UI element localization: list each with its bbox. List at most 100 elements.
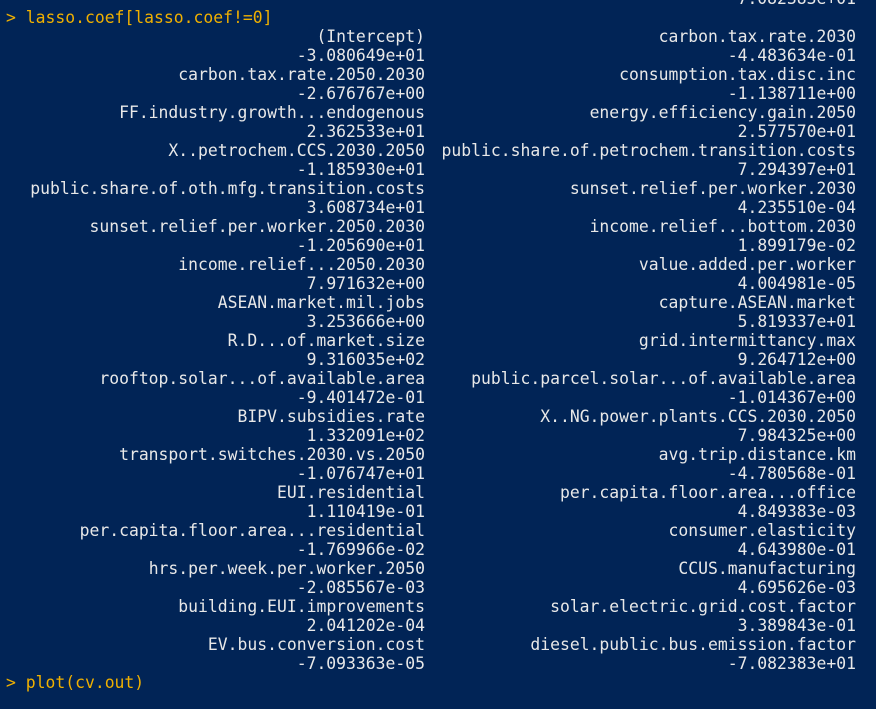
coef-value: 4.235510e-04: [737, 198, 856, 217]
coef-name: income.relief...bottom.2030: [589, 217, 856, 236]
coef-names-row: per.capita.floor.area...residential consu…: [0, 521, 876, 540]
coef-name: consumer.elasticity: [668, 521, 857, 540]
coef-names-row: public.share.of.oth.mfg.transition.costs…: [0, 179, 876, 198]
coef-value: 7.971632e+00: [306, 274, 425, 293]
command-text: lasso.coef[lasso.coef!=0]: [25, 8, 273, 27]
coef-values-row: -3.080649e+01 -4.483634e-01: [0, 46, 876, 65]
coef-value: -4.483634e-01: [727, 46, 856, 65]
coef-name: grid.intermittancy.max: [638, 331, 856, 350]
coef-name: carbon.tax.rate.2030: [658, 27, 856, 46]
coef-values-row: 7.971632e+00 4.004981e-05: [0, 274, 876, 293]
coef-value: 5.819337e+01: [737, 312, 856, 331]
coef-name: hrs.per.week.per.worker.2050: [148, 559, 425, 578]
coef-value: -7.093363e-05: [296, 654, 425, 673]
coef-values-row: -2.676767e+00 -1.138711e+00: [0, 84, 876, 103]
coef-name: public.share.of.petrochem.transition.cos…: [441, 141, 856, 160]
previous-output-value: -7.082383e+01: [728, 0, 856, 8]
coef-values-row: 2.041202e-04 3.389843e-01: [0, 616, 876, 635]
coef-name: per.capita.floor.area...office: [559, 483, 856, 502]
coef-names-row: income.relief...2050.2030 value.added.per…: [0, 255, 876, 274]
prompt-symbol: >: [6, 8, 16, 27]
coef-values-row: -1.769966e-02 4.643980e-01: [0, 540, 876, 559]
coef-value: 7.984325e+00: [737, 426, 856, 445]
coef-values-row: 2.362533e+01 2.577570e+01: [0, 122, 876, 141]
coef-value: -1.138711e+00: [727, 84, 856, 103]
coef-values-row: 3.608734e+01 4.235510e-04: [0, 198, 876, 217]
coef-name: X..NG.power.plants.CCS.2030.2050: [540, 407, 856, 426]
coef-values-row: -9.401472e-01 -1.014367e+00: [0, 388, 876, 407]
coef-value: -1.076747e+01: [296, 464, 425, 483]
coef-value: 2.577570e+01: [737, 122, 856, 141]
coef-values-row: -7.093363e-05 -7.082383e+01: [0, 654, 876, 673]
coef-value: 2.362533e+01: [306, 122, 425, 141]
coef-names-row: (Intercept) carbon.tax.rate.2030: [0, 27, 876, 46]
coef-name: income.relief...2050.2030: [178, 255, 425, 274]
coef-value: -1.014367e+00: [727, 388, 856, 407]
command-line: > lasso.coef[lasso.coef!=0]: [0, 8, 876, 27]
coef-name: solar.electric.grid.cost.factor: [550, 597, 856, 616]
coef-name: rooftop.solar...of.available.area: [99, 369, 425, 388]
coef-name: X..petrochem.CCS.2030.2050: [168, 141, 425, 160]
coef-value: -4.780568e-01: [727, 464, 856, 483]
coef-name: R.D...of.market.size: [227, 331, 425, 350]
coef-values-row: 9.316035e+02 9.264712e+00: [0, 350, 876, 369]
coef-name: sunset.relief.per.worker.2050.2030: [89, 217, 425, 236]
coef-value: -1.205690e+01: [296, 236, 425, 255]
coef-values-row: -1.185930e+01 7.294397e+01: [0, 160, 876, 179]
coef-value: -3.080649e+01: [296, 46, 425, 65]
coef-value: -2.676767e+00: [296, 84, 425, 103]
coef-name: value.added.per.worker: [638, 255, 856, 274]
coef-value: -9.401472e-01: [296, 388, 425, 407]
coef-value: 4.004981e-05: [737, 274, 856, 293]
coef-name: public.share.of.oth.mfg.transition.costs: [30, 179, 425, 198]
coef-names-row: building.EUI.improvements solar.electric.…: [0, 597, 876, 616]
coef-value: -2.085567e-03: [296, 578, 425, 597]
coef-values-row: -2.085567e-03 4.695626e-03: [0, 578, 876, 597]
coef-value: 3.389843e-01: [737, 616, 856, 635]
coef-value: 2.041202e-04: [306, 616, 425, 635]
coef-name: capture.ASEAN.market: [658, 293, 856, 312]
coef-name: diesel.public.bus.emission.factor: [530, 635, 856, 654]
coef-name: EV.bus.conversion.cost: [207, 635, 425, 654]
coef-value: 1.332091e+02: [306, 426, 425, 445]
coef-names-row: FF.industry.growth...endogenous energy.ef…: [0, 103, 876, 122]
coef-value: 9.316035e+02: [306, 350, 425, 369]
coef-values-row: -1.076747e+01 -4.780568e-01: [0, 464, 876, 483]
coef-name: sunset.relief.per.worker.2030: [569, 179, 856, 198]
next-command-line[interactable]: > plot(cv.out): [0, 673, 876, 692]
coef-value: 4.643980e-01: [737, 540, 856, 559]
coef-values-row: 3.253666e+00 5.819337e+01: [0, 312, 876, 331]
coef-name: (Intercept): [316, 27, 425, 46]
coef-value: 3.608734e+01: [306, 198, 425, 217]
coef-name: carbon.tax.rate.2050.2030: [178, 65, 425, 84]
coef-value: 1.110419e-01: [306, 502, 425, 521]
coef-names-row: sunset.relief.per.worker.2050.2030 income…: [0, 217, 876, 236]
coef-names-row: X..petrochem.CCS.2030.2050 public.share.o…: [0, 141, 876, 160]
coef-name: CCUS.manufacturing: [678, 559, 856, 578]
coef-value: 3.253666e+00: [306, 312, 425, 331]
coef-value: 7.294397e+01: [737, 160, 856, 179]
coef-value: 1.899179e-02: [737, 236, 856, 255]
coef-name: public.parcel.solar...of.available.area: [471, 369, 856, 388]
next-command-text: plot(cv.out): [25, 673, 145, 692]
r-console[interactable]: -7.082383e+01 > lasso.coef[lasso.coef!=0…: [0, 0, 876, 709]
coef-names-row: EUI.residential per.capita.floor.area...o…: [0, 483, 876, 502]
coef-name: building.EUI.improvements: [178, 597, 425, 616]
coef-values-row: 1.332091e+02 7.984325e+00: [0, 426, 876, 445]
coef-names-row: hrs.per.week.per.worker.2050 CCUS.manufac…: [0, 559, 876, 578]
coefficient-output: (Intercept) carbon.tax.rate.2030 -3.080649…: [0, 27, 876, 673]
coef-values-row: -1.205690e+01 1.899179e-02: [0, 236, 876, 255]
coef-value: -1.185930e+01: [296, 160, 425, 179]
coef-names-row: ASEAN.market.mil.jobs capture.ASEAN.marke…: [0, 293, 876, 312]
coef-value: 4.695626e-03: [737, 578, 856, 597]
coef-names-row: carbon.tax.rate.2050.2030 consumption.tax…: [0, 65, 876, 84]
coef-value: 4.849383e-03: [737, 502, 856, 521]
coef-name: energy.efficiency.gain.2050: [589, 103, 856, 122]
coef-name: EUI.residential: [276, 483, 425, 502]
coef-names-row: rooftop.solar...of.available.area public.…: [0, 369, 876, 388]
coef-name: transport.switches.2030.vs.2050: [119, 445, 425, 464]
prompt-symbol: >: [6, 673, 16, 692]
coef-name: consumption.tax.disc.inc: [619, 65, 856, 84]
coef-names-row: EV.bus.conversion.cost diesel.public.bus.…: [0, 635, 876, 654]
coef-name: per.capita.floor.area...residential: [79, 521, 425, 540]
